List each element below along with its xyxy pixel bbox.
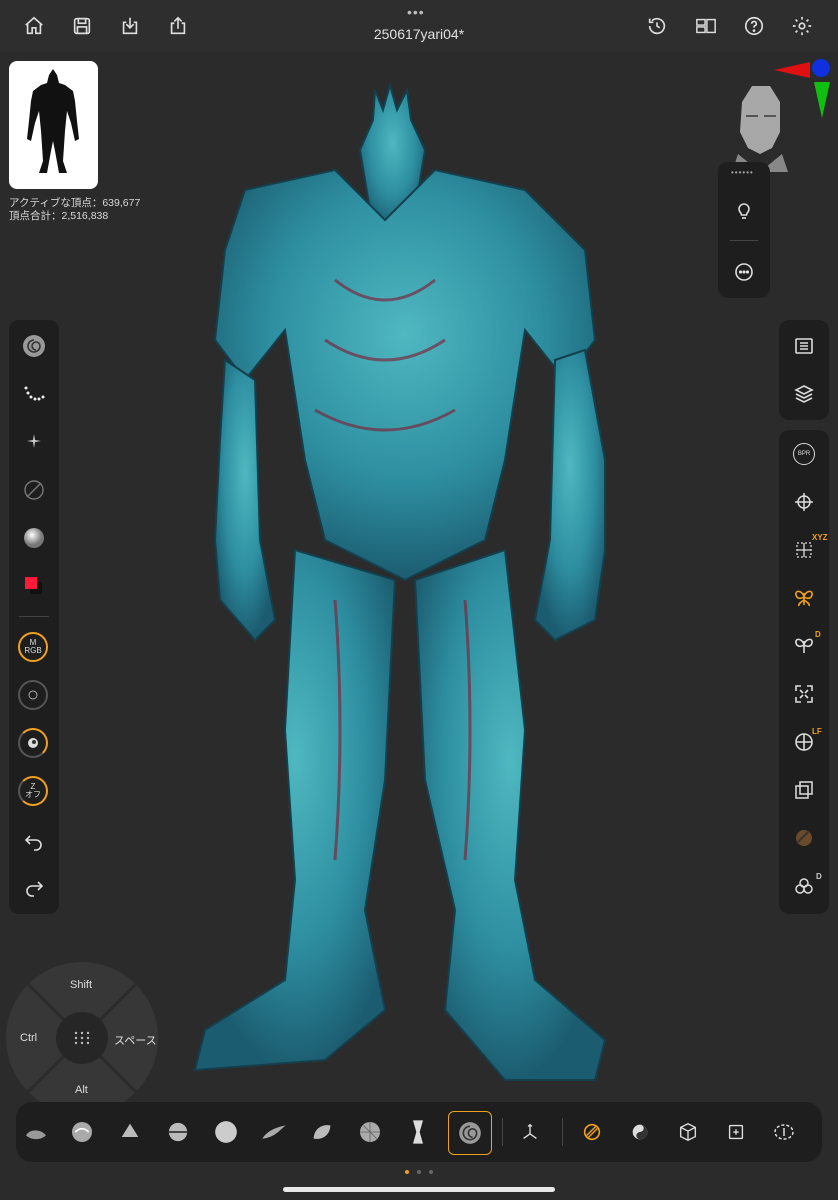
z-intensity-dial[interactable]: Z オフ bbox=[18, 776, 48, 806]
page-dot[interactable] bbox=[429, 1170, 433, 1174]
draw-mode-icon[interactable] bbox=[574, 1114, 610, 1150]
view-cube-head[interactable] bbox=[732, 82, 788, 172]
page-dot[interactable] bbox=[417, 1170, 421, 1174]
bpr-render-icon[interactable]: BPR bbox=[786, 436, 822, 472]
shift-key[interactable]: Shift bbox=[70, 979, 92, 991]
light-bulb-icon[interactable] bbox=[726, 192, 762, 228]
stroke-dots-icon[interactable] bbox=[16, 376, 52, 412]
tool-palette-icon[interactable] bbox=[786, 328, 822, 364]
vertex-stats: アクティブな頂点：639,677 頂点合計：2,516,838 bbox=[9, 197, 140, 223]
settings-icon[interactable] bbox=[788, 12, 816, 40]
lf-badge: LF bbox=[812, 727, 822, 736]
space-key[interactable]: スペース bbox=[114, 1032, 157, 1048]
focal-circle-icon bbox=[28, 690, 38, 700]
page-dot-active[interactable] bbox=[405, 1170, 409, 1174]
model-thumbnail[interactable] bbox=[9, 61, 98, 189]
frame-icon[interactable] bbox=[786, 676, 822, 712]
menu-dots-icon[interactable]: ••• bbox=[407, 4, 425, 20]
left-tool-panel: M RGB Z オフ bbox=[9, 320, 59, 914]
total-vertices-text: 頂点合計：2,516,838 bbox=[9, 210, 109, 222]
brush-inflate-icon[interactable] bbox=[304, 1114, 340, 1150]
sparkle-icon[interactable] bbox=[16, 424, 52, 460]
brush-trim-icon[interactable] bbox=[160, 1114, 196, 1150]
keypad-icon[interactable] bbox=[74, 1031, 90, 1045]
ctrl-key[interactable]: Ctrl bbox=[20, 1032, 37, 1044]
undo-icon[interactable] bbox=[16, 824, 52, 860]
creature-model bbox=[193, 81, 607, 1081]
active-vertices-text: アクティブな頂点：639,677 bbox=[9, 197, 141, 209]
brush-standard-icon[interactable] bbox=[64, 1114, 100, 1150]
divider bbox=[19, 616, 49, 617]
lasso-select-icon[interactable] bbox=[766, 1114, 802, 1150]
draw-size-dial[interactable] bbox=[18, 680, 48, 710]
brush-pinch-icon[interactable] bbox=[400, 1114, 436, 1150]
top-bar: ••• 250617yari04* bbox=[0, 0, 838, 52]
alt-key[interactable]: Alt bbox=[75, 1084, 88, 1096]
color-swatch-icon[interactable] bbox=[16, 568, 52, 604]
polyframe-disabled-icon[interactable] bbox=[786, 820, 822, 856]
transpose-icon[interactable] bbox=[786, 484, 822, 520]
dial-bottom-label: RGB bbox=[24, 646, 42, 655]
redo-icon[interactable] bbox=[16, 870, 52, 906]
material-sphere-icon[interactable] bbox=[16, 520, 52, 556]
brush-spiral-icon[interactable] bbox=[16, 328, 52, 364]
right-tool-panel: BPR XYZ D LF D bbox=[779, 430, 829, 914]
divider bbox=[562, 1118, 563, 1146]
drag-handle-icon[interactable]: •••••• bbox=[731, 168, 754, 177]
layers-icon[interactable] bbox=[786, 376, 822, 412]
z-axis-dot[interactable] bbox=[812, 59, 830, 77]
sculpt-paint-icon[interactable] bbox=[622, 1114, 658, 1150]
x-axis-arrow[interactable] bbox=[774, 62, 810, 78]
d-badge: D bbox=[815, 630, 821, 639]
transparency-icon[interactable] bbox=[786, 772, 822, 808]
3d-model-viewport[interactable] bbox=[185, 80, 625, 1090]
xyz-badge: XYZ bbox=[812, 533, 828, 542]
more-options-icon[interactable] bbox=[726, 254, 762, 290]
focal-shift-icon bbox=[28, 738, 38, 748]
dial-bottom-label: オフ bbox=[25, 790, 41, 799]
alpha-disabled-icon[interactable] bbox=[16, 472, 52, 508]
help-icon[interactable] bbox=[740, 12, 768, 40]
brush-snake-icon[interactable] bbox=[256, 1114, 292, 1150]
history-icon[interactable] bbox=[643, 12, 671, 40]
divider bbox=[730, 240, 758, 241]
symmetry-butterfly-icon[interactable] bbox=[786, 580, 822, 616]
rgb-intensity-dial[interactable]: M RGB bbox=[18, 632, 48, 662]
brush-smooth-icon[interactable] bbox=[208, 1114, 244, 1150]
d-badge: D bbox=[816, 872, 822, 881]
brush-grid-sphere-icon[interactable] bbox=[352, 1114, 388, 1150]
silhouette-icon bbox=[27, 69, 79, 173]
layout-icon[interactable] bbox=[692, 12, 720, 40]
focal-shift-dial[interactable] bbox=[18, 728, 48, 758]
y-axis-arrow[interactable] bbox=[814, 82, 830, 118]
divider bbox=[502, 1118, 503, 1146]
brush-shelf bbox=[16, 1102, 822, 1162]
brush-spiral-selected-icon[interactable] bbox=[448, 1111, 492, 1155]
bpr-label: BPR bbox=[793, 443, 815, 465]
brush-flatten-icon[interactable] bbox=[112, 1114, 148, 1150]
lighting-panel: •••••• bbox=[718, 162, 770, 298]
home-indicator[interactable] bbox=[283, 1187, 555, 1192]
gizmo-move-icon[interactable] bbox=[512, 1114, 548, 1150]
crop-add-icon[interactable] bbox=[718, 1114, 754, 1150]
right-top-panel bbox=[779, 320, 829, 420]
cube-icon[interactable] bbox=[670, 1114, 706, 1150]
brush-clay-icon[interactable] bbox=[18, 1114, 54, 1150]
